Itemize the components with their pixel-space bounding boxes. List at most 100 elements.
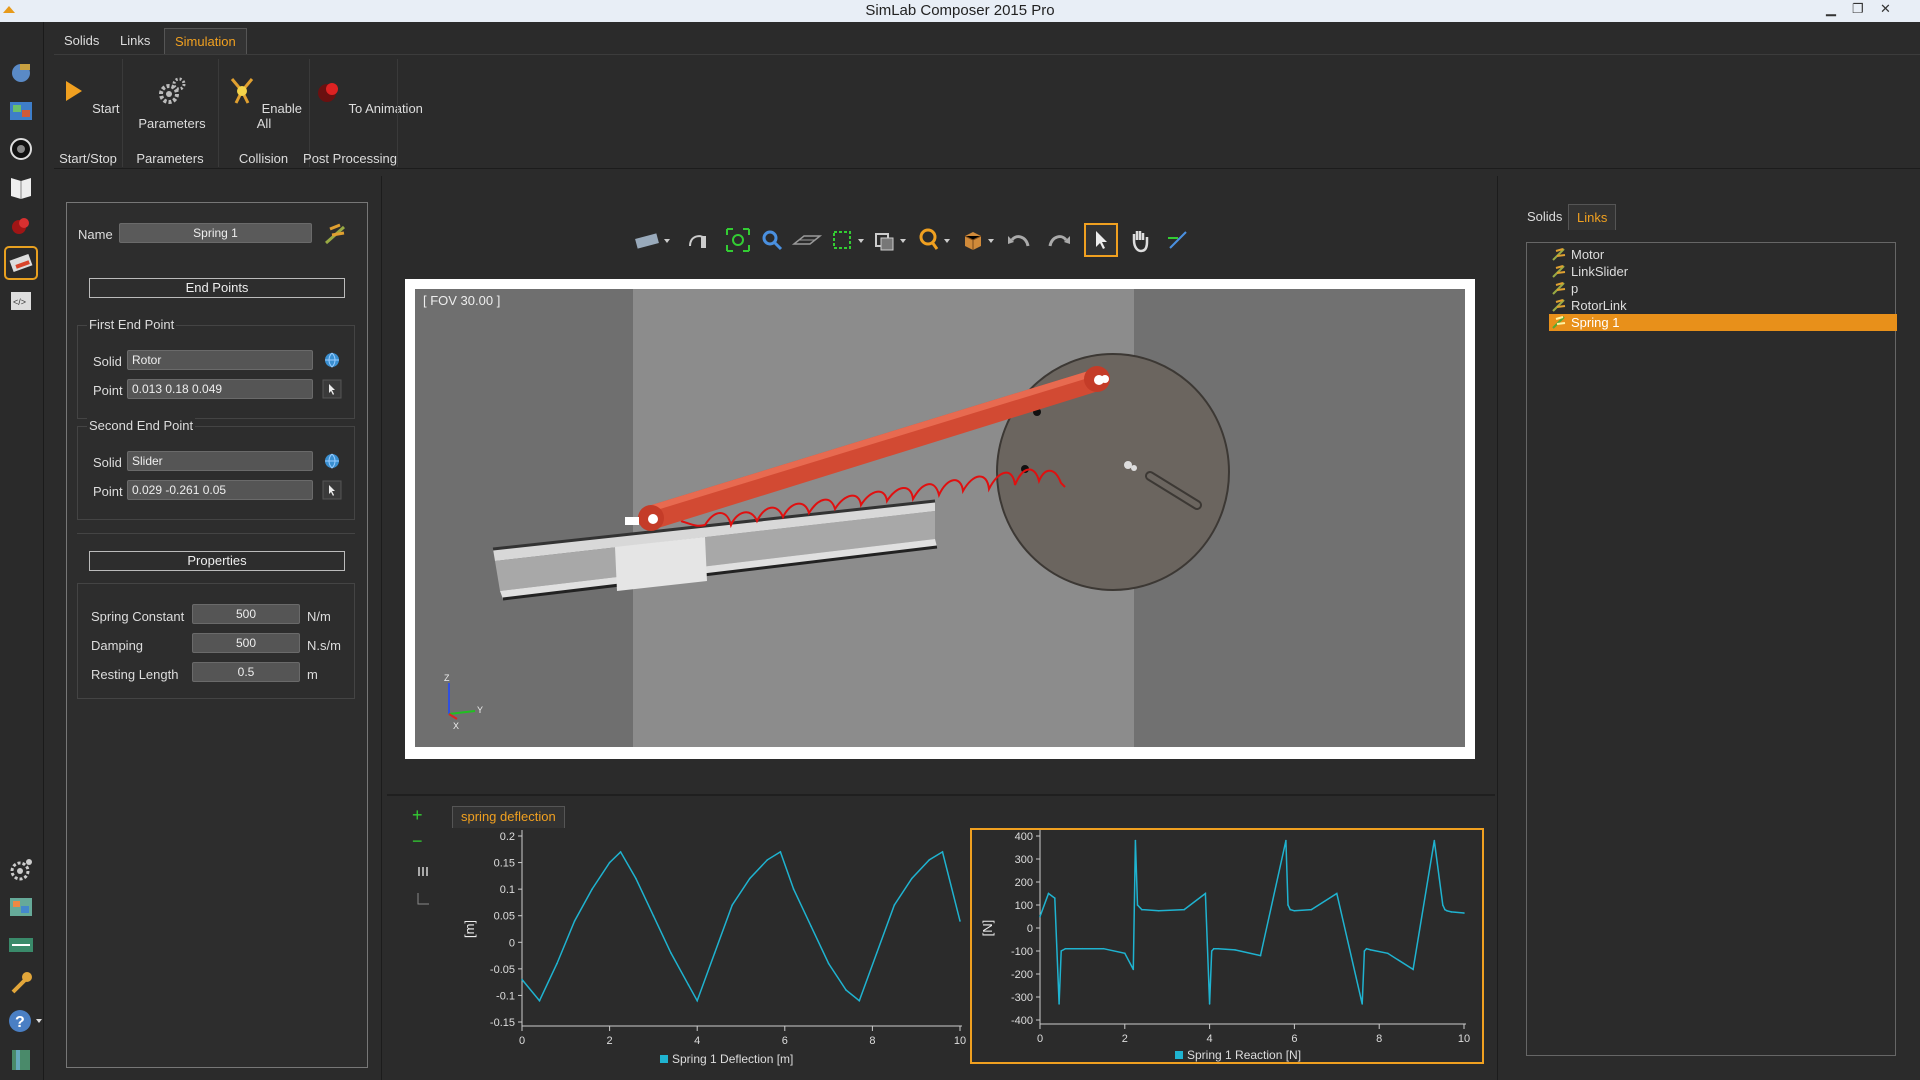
- chart-tab[interactable]: spring deflection: [452, 806, 565, 828]
- tab-links[interactable]: Links: [110, 28, 160, 54]
- link-icon: [1552, 248, 1566, 261]
- enable-all-button-label: Enable All: [256, 101, 303, 131]
- tree-item-linkslider[interactable]: LinkSlider: [1549, 263, 1897, 280]
- legend-swatch: [660, 1055, 668, 1063]
- undo-icon[interactable]: [1004, 226, 1036, 254]
- damping-field[interactable]: 500: [192, 633, 300, 653]
- series-line: [521, 850, 961, 1003]
- 3d-viewport[interactable]: Z Y X [ FOV 30.00 ]: [415, 289, 1465, 747]
- pick-cursor-icon[interactable]: [322, 480, 342, 500]
- start-button[interactable]: Start: [56, 75, 120, 116]
- transfer-icon[interactable]: [6, 930, 36, 960]
- minimize-icon[interactable]: ▁: [1826, 1, 1836, 17]
- x-tick-label: 10: [1458, 1033, 1470, 1045]
- spring-icon: [1552, 316, 1566, 329]
- scene-canvas[interactable]: Z Y X: [415, 289, 1465, 747]
- tree-item-label: RotorLink: [1571, 298, 1627, 313]
- tab-tree-solids[interactable]: Solids: [1519, 204, 1570, 230]
- tree-item-spring-1[interactable]: Spring 1: [1549, 314, 1897, 331]
- first-solid-field[interactable]: Rotor: [127, 350, 313, 370]
- first-point-field[interactable]: 0.013 0.18 0.049: [127, 379, 313, 399]
- book-icon[interactable]: [6, 172, 36, 202]
- data-point: [521, 978, 523, 981]
- grid-plane-icon[interactable]: [790, 226, 824, 254]
- end-points-header[interactable]: End Points: [89, 278, 345, 298]
- tab-tree-links[interactable]: Links: [1568, 204, 1617, 230]
- splitter-right[interactable]: [1497, 176, 1498, 1080]
- remove-chart-icon[interactable]: −: [412, 831, 423, 852]
- splitter-left[interactable]: [381, 176, 382, 1080]
- second-solid-field[interactable]: Slider: [127, 451, 313, 471]
- name-field[interactable]: Spring 1: [119, 223, 312, 243]
- image-library-icon[interactable]: [6, 892, 36, 922]
- tab-simulation[interactable]: Simulation: [164, 28, 247, 54]
- y-tick-label: 0.05: [494, 911, 515, 923]
- select-region-icon[interactable]: [830, 226, 870, 254]
- help-icon[interactable]: ?: [6, 1006, 42, 1036]
- parameters-button[interactable]: Parameters: [128, 75, 216, 131]
- data-point: [573, 920, 576, 922]
- x-tick-label: 8: [1376, 1033, 1382, 1045]
- data-point: [928, 859, 931, 861]
- pan-hand-icon[interactable]: [1126, 226, 1154, 254]
- enable-all-button[interactable]: Enable All: [222, 75, 306, 131]
- select-pointer-icon[interactable]: [1084, 223, 1118, 257]
- tree-item-label: LinkSlider: [1571, 264, 1629, 279]
- deflection-chart[interactable]: 0.2 0.15 0.1 0.05 0 -0.05 -0.1 -0.15 0 2 4 6 8 10 [m] S…: [452, 826, 972, 1068]
- scene-icon[interactable]: [6, 58, 36, 88]
- y-tick-label: 0.1: [500, 884, 515, 896]
- zoom-icon[interactable]: [758, 226, 786, 254]
- settings-icon[interactable]: [6, 854, 36, 884]
- reaction-chart[interactable]: 400 300 200 100 0 -100 -200 -300 -400 0 2 4 6 8 10 [N] S…: [970, 828, 1484, 1064]
- data-point: [1287, 904, 1289, 906]
- tree-item-rotorlink[interactable]: RotorLink: [1549, 297, 1897, 314]
- pick-cursor-icon[interactable]: [322, 379, 342, 399]
- axes-icon[interactable]: [416, 892, 430, 906]
- fit-view-icon[interactable]: [724, 226, 752, 254]
- data-point: [1210, 950, 1213, 952]
- x-tick-label: 4: [1207, 1033, 1213, 1045]
- materials-icon[interactable]: [6, 96, 36, 126]
- redo-icon[interactable]: [1042, 226, 1074, 254]
- x-tick-label: 0: [1037, 1033, 1043, 1045]
- x-tick-label: 4: [694, 1035, 700, 1047]
- data-point: [1363, 950, 1366, 952]
- add-chart-icon[interactable]: +: [412, 805, 423, 826]
- package-icon[interactable]: [6, 1044, 36, 1074]
- measure-icon[interactable]: [1164, 226, 1192, 254]
- second-end-point-title: Second End Point: [87, 418, 196, 433]
- camera-view-icon[interactable]: [634, 226, 674, 254]
- to-animation-button[interactable]: To Animation: [308, 75, 428, 116]
- link-icon: [1552, 299, 1566, 312]
- second-point-field[interactable]: 0.029 -0.261 0.05: [127, 480, 313, 500]
- animation-icon[interactable]: [6, 210, 36, 240]
- search-objects-icon[interactable]: [916, 226, 956, 254]
- resting-length-field[interactable]: 0.5: [192, 662, 300, 682]
- spring-constant-field[interactable]: 500: [192, 604, 300, 624]
- tree-item-motor[interactable]: Motor: [1549, 246, 1897, 263]
- globe-icon[interactable]: [322, 350, 342, 370]
- data-point: [1213, 947, 1215, 950]
- tools-icon[interactable]: [6, 968, 36, 998]
- tree-item-p[interactable]: p: [1549, 280, 1897, 297]
- first-end-point-group: [77, 325, 355, 419]
- close-icon[interactable]: ✕: [1880, 1, 1891, 17]
- data-point: [1361, 1003, 1363, 1005]
- navigate-icon[interactable]: [684, 226, 712, 254]
- camera-icon[interactable]: [6, 134, 36, 164]
- tab-solids[interactable]: Solids: [54, 28, 109, 54]
- spring-constant-label: Spring Constant: [91, 609, 185, 624]
- simulation-icon[interactable]: [4, 246, 38, 280]
- display-mode-icon[interactable]: [872, 226, 912, 254]
- restore-icon[interactable]: ❐: [1852, 1, 1864, 17]
- record-icon: [318, 83, 339, 102]
- globe-icon[interactable]: [322, 451, 342, 471]
- box-icon[interactable]: [960, 226, 1000, 254]
- spring-icon[interactable]: [322, 221, 348, 247]
- left-tool-strip: </> ?: [0, 22, 44, 1080]
- bar-chart-icon[interactable]: [416, 864, 430, 878]
- data-point: [1412, 968, 1414, 971]
- script-icon[interactable]: </>: [6, 286, 36, 316]
- properties-header[interactable]: Properties: [89, 551, 345, 571]
- y-axis-label: [N]: [980, 920, 995, 937]
